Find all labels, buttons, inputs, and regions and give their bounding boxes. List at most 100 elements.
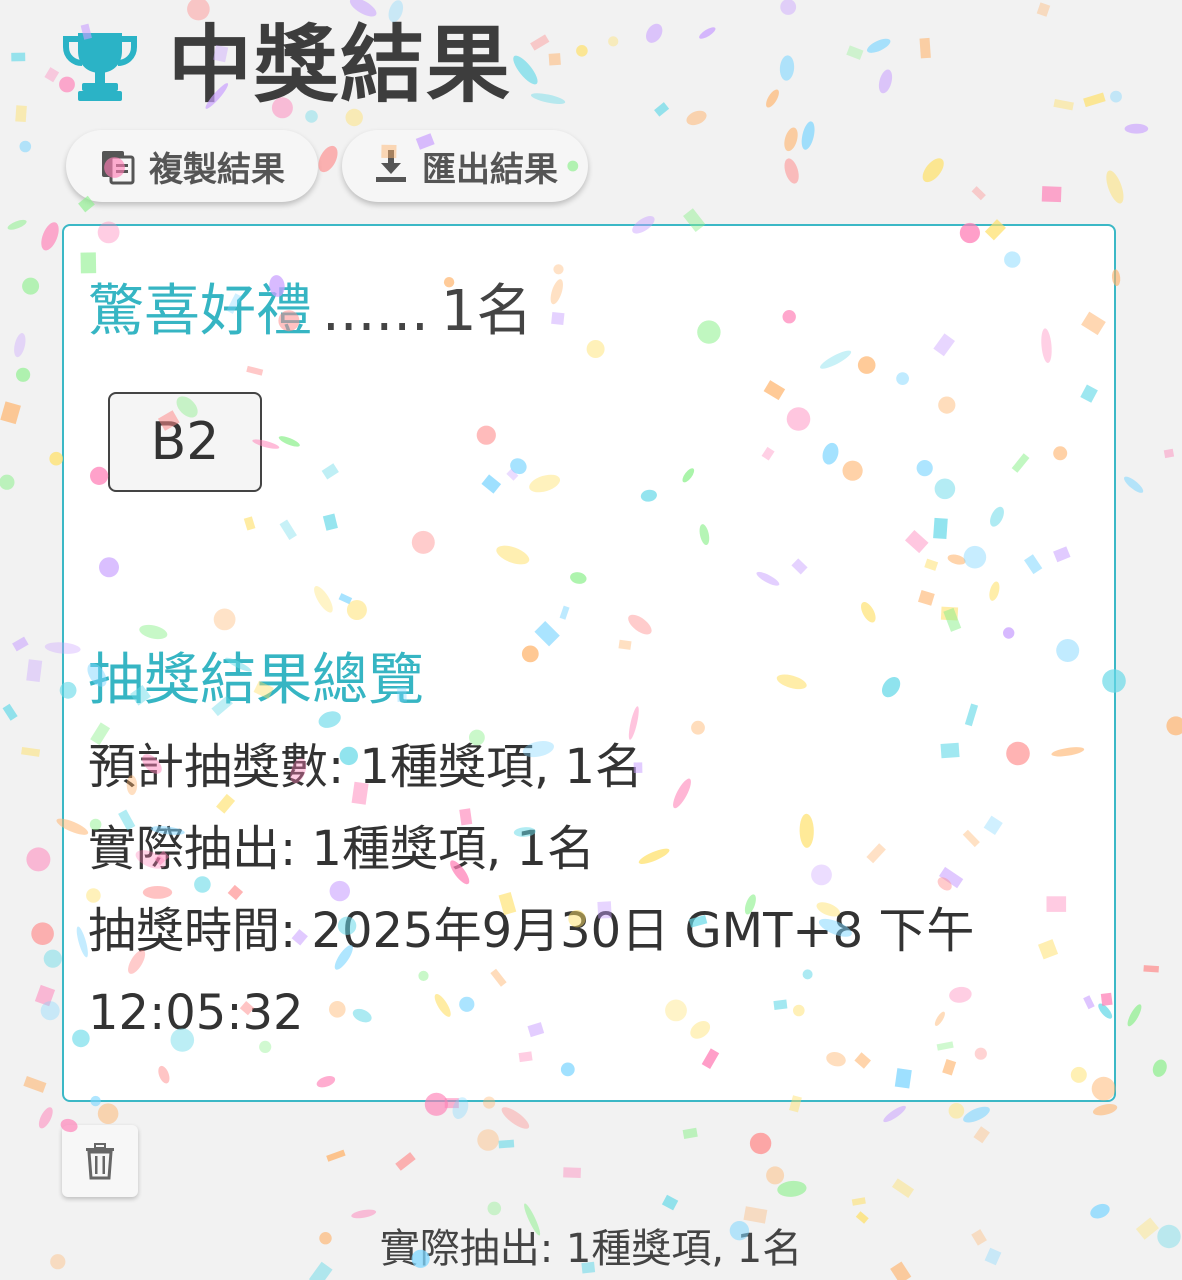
- prize-name: 驚喜好禮: [88, 279, 312, 344]
- confetti-piece: [919, 37, 931, 59]
- confetti-piece: [866, 38, 891, 53]
- confetti-piece: [548, 53, 561, 66]
- confetti-piece: [883, 1105, 906, 1123]
- confetti-piece: [14, 333, 26, 358]
- confetti-piece: [40, 1001, 60, 1021]
- confetti-piece: [31, 922, 54, 945]
- confetti-piece: [1083, 92, 1106, 108]
- confetti-piece: [1090, 1203, 1110, 1219]
- confetti-piece: [395, 1152, 416, 1171]
- header: 中獎結果: [60, 20, 512, 110]
- confetti-piece: [963, 1106, 990, 1123]
- confetti-piece: [784, 127, 798, 152]
- confetti-piece: [22, 277, 40, 295]
- confetti-piece: [487, 1201, 502, 1216]
- confetti-piece: [646, 23, 663, 43]
- confetti-piece: [0, 401, 21, 425]
- confetti-piece: [501, 1107, 530, 1129]
- confetti-piece: [26, 847, 51, 872]
- summary-actual: 實際抽出: 1種獎項, 1名: [88, 821, 596, 877]
- confetti-piece: [7, 219, 27, 230]
- confetti-piece: [23, 1075, 47, 1093]
- confetti-piece: [851, 1197, 866, 1206]
- confetti-piece: [973, 1126, 990, 1144]
- confetti-piece: [1166, 716, 1182, 736]
- confetti-piece: [11, 52, 26, 62]
- confetti-piece: [801, 121, 815, 150]
- confetti-piece: [1127, 1004, 1142, 1027]
- confetti-piece: [971, 186, 986, 201]
- confetti-piece: [780, 0, 797, 15]
- confetti-piece: [326, 1149, 346, 1162]
- result-card: 驚喜好禮...... 1名 B2 抽獎結果總覽 預計抽獎數: 1種獎項, 1名 實…: [62, 224, 1116, 1102]
- confetti-piece: [1110, 90, 1122, 103]
- winner-chip[interactable]: B2: [108, 392, 262, 492]
- copy-results-label: 複製結果: [149, 149, 285, 190]
- lottery-result-page: 中獎結果 複製結果 匯出結果 驚喜好禮...... 1名 B2 抽獎結果總覽 預…: [0, 0, 1182, 1280]
- export-results-label: 匯出結果: [422, 149, 558, 190]
- confetti-piece: [779, 55, 795, 81]
- confetti-piece: [682, 1127, 698, 1140]
- confetti-piece: [1143, 965, 1160, 973]
- prize-line: 驚喜好禮...... 1名: [88, 278, 532, 346]
- prize-count: 1名: [440, 279, 533, 344]
- confetti-piece: [846, 45, 864, 60]
- copy-icon: [102, 151, 135, 185]
- confetti-piece: [513, 55, 538, 85]
- confetti-piece: [38, 1107, 53, 1129]
- footer-status: 實際抽出: 1種獎項, 1名: [379, 1226, 803, 1272]
- summary-time: 抽獎時間: 2025年9月30日 GMT+8 下午: [88, 903, 975, 959]
- confetti-piece: [16, 367, 31, 382]
- export-results-button[interactable]: 匯出結果: [342, 130, 588, 202]
- confetti-piece: [26, 659, 43, 683]
- confetti-piece: [922, 158, 944, 183]
- confetti-piece: [0, 474, 15, 490]
- confetti-piece: [661, 1194, 679, 1211]
- confetti-piece: [477, 1129, 499, 1151]
- confetti-piece: [576, 45, 588, 57]
- confetti-piece: [563, 1167, 581, 1179]
- confetti-piece: [41, 222, 59, 251]
- confetti-piece: [19, 140, 32, 153]
- summary-planned: 預計抽獎數: 1種獎項, 1名: [88, 739, 644, 795]
- confetti-piece: [777, 1180, 807, 1197]
- confetti-piece: [1041, 186, 1062, 203]
- confetti-piece: [351, 1209, 377, 1219]
- confetti-piece: [654, 102, 670, 117]
- delete-button[interactable]: [62, 1125, 138, 1197]
- download-icon: [376, 150, 406, 182]
- summary-details: 預計抽獎數: 1種獎項, 1名 實際抽出: 1種獎項, 1名 抽獎時間: 202…: [88, 726, 1088, 1054]
- confetti-piece: [766, 89, 779, 108]
- trash-icon: [86, 1143, 114, 1180]
- trophy-icon: [63, 33, 137, 101]
- confetti-piece: [530, 34, 550, 51]
- confetti-piece: [1163, 448, 1175, 459]
- confetti-piece: [12, 636, 29, 652]
- confetti-piece: [530, 93, 566, 104]
- prize-separator: ......: [322, 279, 429, 344]
- confetti-piece: [44, 67, 60, 83]
- confetti-piece: [1124, 123, 1149, 134]
- confetti-piece: [15, 105, 27, 123]
- action-bar: 複製結果 匯出結果: [66, 130, 588, 202]
- confetti-piece: [749, 1132, 772, 1155]
- confetti-piece: [498, 1139, 515, 1149]
- confetti-piece: [784, 158, 799, 184]
- confetti-piece: [49, 451, 63, 466]
- confetti-piece: [743, 1206, 768, 1224]
- confetti-piece: [608, 36, 619, 47]
- confetti-piece: [97, 1103, 119, 1124]
- confetti-piece: [699, 27, 716, 39]
- confetti-piece: [766, 1166, 785, 1185]
- confetti-piece: [1124, 476, 1144, 493]
- confetti-piece: [878, 69, 893, 94]
- confetti-piece: [2, 703, 18, 721]
- copy-results-button[interactable]: 複製結果: [66, 130, 318, 202]
- confetti-piece: [1152, 1059, 1167, 1077]
- confetti-piece: [891, 1178, 915, 1198]
- summary-title: 抽獎結果總覽: [88, 648, 424, 713]
- confetti-piece: [21, 746, 41, 757]
- confetti-piece: [1053, 98, 1074, 111]
- confetti-piece: [34, 984, 56, 1007]
- confetti-piece: [43, 949, 62, 968]
